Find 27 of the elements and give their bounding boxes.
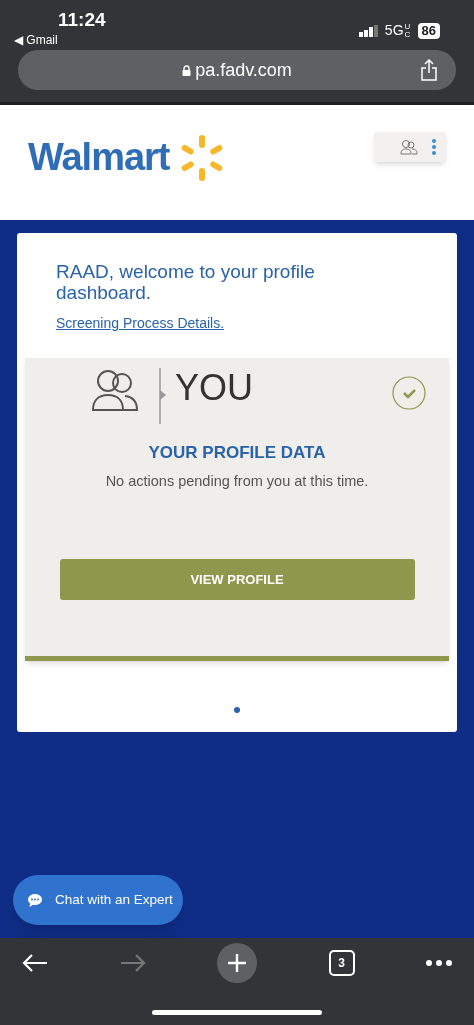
url-text: pa.fadv.com <box>195 58 292 82</box>
users-icon[interactable] <box>400 139 418 155</box>
new-tab-button[interactable] <box>217 943 257 983</box>
chat-button[interactable]: Chat with an Expert <box>13 875 183 925</box>
more-vertical-icon[interactable] <box>432 139 436 155</box>
screening-details-link[interactable]: Screening Process Details. <box>56 313 225 334</box>
signal-icon <box>358 24 379 37</box>
back-arrow-icon[interactable] <box>22 953 48 973</box>
status-message: No actions pending from you at this time. <box>105 471 369 491</box>
tab-count-button[interactable]: 3 <box>328 950 355 976</box>
more-horizontal-icon[interactable] <box>426 960 452 966</box>
divider-pointer <box>159 368 167 424</box>
address-bar[interactable]: pa.fadv.com <box>18 50 456 90</box>
section-title: YOUR PROFILE DATA <box>148 442 326 464</box>
clock-time: 11:24 <box>58 8 106 32</box>
share-icon[interactable] <box>420 59 438 81</box>
users-icon <box>91 368 139 412</box>
chat-bubble-icon <box>27 892 43 908</box>
welcome-heading: RAAD, welcome to your profile dashboard. <box>56 261 316 303</box>
battery-level: 86 <box>417 22 440 39</box>
back-to-app-link[interactable]: ◀ Gmail <box>14 32 58 48</box>
brand-logo-text: Walmart <box>28 135 170 180</box>
network-suffix-label: UC <box>404 22 412 39</box>
card-heading: YOU <box>175 368 253 408</box>
lock-icon <box>182 64 192 76</box>
network-label: 5G <box>384 21 404 40</box>
account-menu[interactable] <box>374 132 446 162</box>
